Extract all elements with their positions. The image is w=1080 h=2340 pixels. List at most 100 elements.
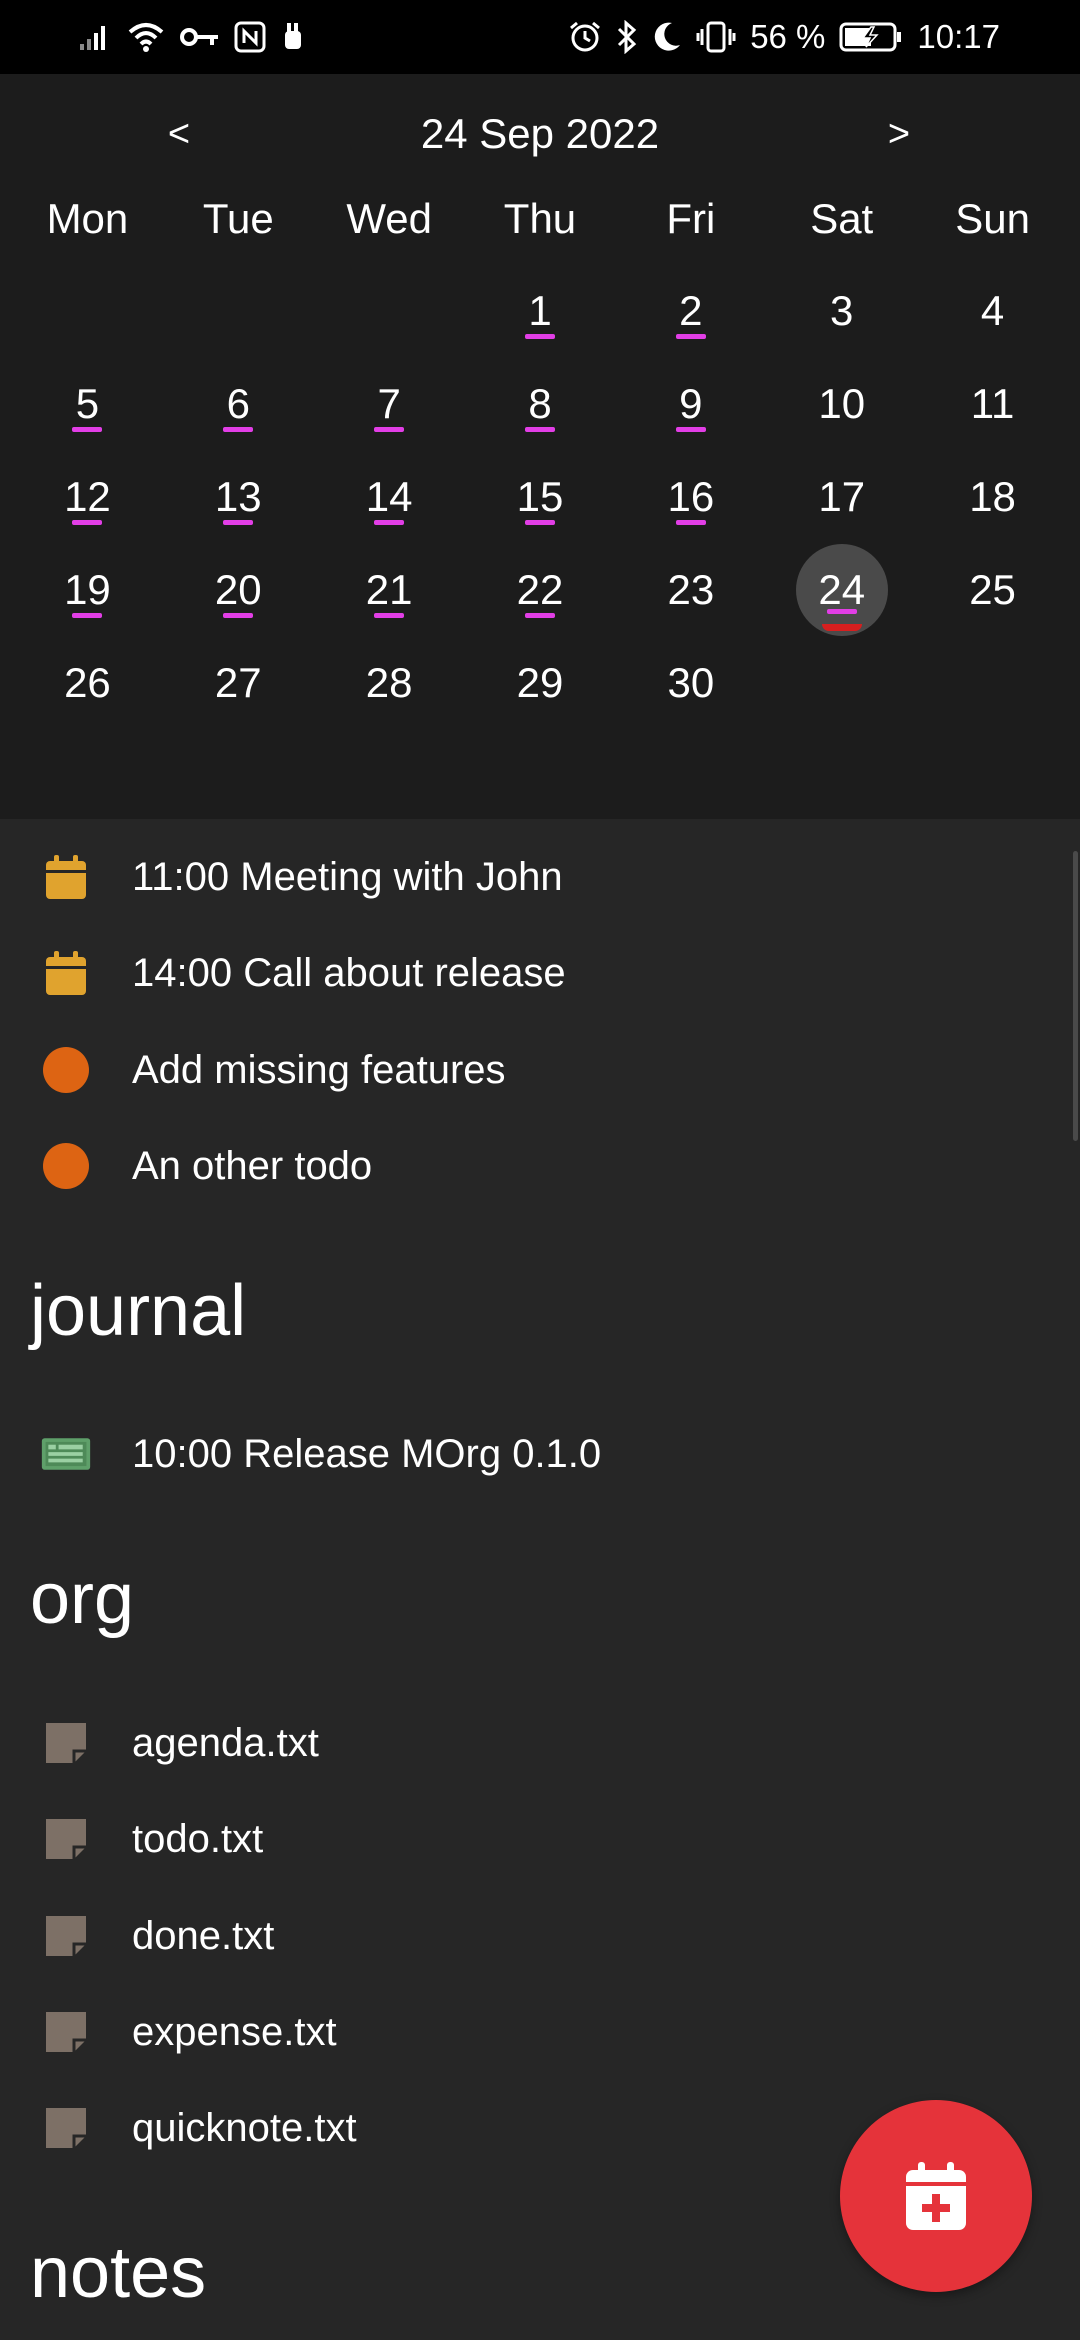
calendar-navigation: < 24 Sep 2022 > [0,99,1080,169]
day-number: 12 [64,472,111,520]
day-cell[interactable]: 2 [615,264,766,357]
day-cell[interactable]: 8 [465,357,616,450]
day-number: 19 [64,565,111,613]
todo-item[interactable]: Add missing features [0,1022,1000,1118]
day-cell[interactable]: 27 [163,636,314,729]
day-number: 27 [214,658,262,706]
calendar-icon [40,851,92,903]
next-month-button[interactable]: > [854,99,944,169]
status-bar: 56 % 10:17 [0,0,1080,74]
day-cell[interactable]: 3 [766,264,917,357]
day-number: 21 [365,565,413,613]
event-marker [524,334,555,339]
file-name: todo.txt [132,1816,264,1861]
agenda-item[interactable]: 11:00 Meeting with John [0,829,1000,925]
day-cell[interactable]: 30 [615,636,766,729]
day-number: 2 [679,286,703,334]
day-cell[interactable]: 15 [465,450,616,543]
app-notification-icon [285,23,301,49]
journal-section-title: journal [30,1271,247,1351]
event-marker [72,520,103,525]
day-cell[interactable]: 6 [163,357,314,450]
day-cell[interactable]: 22 [465,543,616,636]
day-number: 29 [516,658,564,706]
org-file-item[interactable]: todo.txt [0,1791,1000,1887]
day-number: 18 [969,472,1016,520]
day-cell[interactable]: 9 [615,357,766,450]
day-number: 5 [75,379,100,427]
day-cell[interactable]: 25 [917,543,1068,636]
event-marker [675,520,706,525]
event-marker [223,613,254,618]
agenda-item-label: 11:00 Meeting with John [132,854,563,899]
day-cell[interactable]: 18 [917,450,1068,543]
org-file-item[interactable]: agenda.txt [0,1695,1000,1791]
status-left-icons [78,20,306,54]
day-number: 25 [969,565,1016,613]
day-number: 16 [667,472,715,520]
weekday-label: Mon [46,195,129,242]
day-cell[interactable]: 5 [12,357,163,450]
day-number: 14 [365,472,413,520]
weekday-label: Fri [666,195,716,242]
day-number: 17 [818,472,866,520]
day-cell[interactable]: 26 [12,636,163,729]
file-name: quicknote.txt [132,2105,357,2150]
day-cell[interactable]: 24 [766,543,917,636]
day-number: 22 [516,565,564,613]
day-number: 26 [64,658,111,706]
org-file-item[interactable]: expense.txt [0,1984,1000,2080]
day-number: 10 [818,379,866,427]
day-cell[interactable]: 14 [314,450,465,543]
day-cell[interactable]: 23 [615,543,766,636]
day-cell[interactable]: 13 [163,450,314,543]
day-cell[interactable]: 4 [917,264,1068,357]
scrollbar[interactable] [1073,851,1078,1141]
day-cell[interactable]: 10 [766,357,917,450]
day-number: 28 [365,658,413,706]
day-number: 1 [528,286,552,334]
previous-month-button[interactable]: < [134,99,224,169]
notes-section-title: notes [30,2233,207,2313]
day-cell[interactable]: 1 [465,264,616,357]
day-cell[interactable]: 20 [163,543,314,636]
day-cell[interactable]: 29 [465,636,616,729]
day-cell[interactable]: 19 [12,543,163,636]
org-file-item[interactable]: done.txt [0,1888,1000,1984]
agenda-item[interactable]: 14:00 Call about release [0,925,1000,1021]
event-marker [675,427,706,432]
nfc-icon [234,21,266,53]
add-event-button[interactable] [840,2100,1032,2292]
org-section-title: org [30,1559,135,1639]
day-cell[interactable]: 11 [917,357,1068,450]
event-marker [374,613,405,618]
day-number: 13 [214,472,262,520]
file-name: expense.txt [132,2009,337,2054]
todo-dot-icon [40,1140,92,1192]
event-marker [223,520,254,525]
day-number: 30 [667,658,715,706]
day-number: 24 [818,565,866,613]
vpn-key-icon [180,28,218,46]
day-cell[interactable]: 12 [12,450,163,543]
day-cell[interactable]: 7 [314,357,465,450]
day-number: 4 [980,286,1005,334]
note-file-icon [40,2102,92,2154]
day-number: 3 [830,286,854,334]
todo-item[interactable]: An other todo [0,1118,1000,1214]
event-marker [374,427,405,432]
day-number: 11 [970,379,1015,427]
calendar-title[interactable]: 24 Sep 2022 [340,99,740,169]
day-cell[interactable]: 16 [615,450,766,543]
agenda-item-label: 14:00 Call about release [132,950,566,995]
event-marker [524,427,555,432]
add-event-icon [906,2162,966,2230]
wifi-icon [128,23,164,52]
event-marker [72,427,103,432]
event-marker [374,520,405,525]
day-cell[interactable]: 21 [314,543,465,636]
day-cell[interactable]: 28 [314,636,465,729]
day-cell[interactable]: 17 [766,450,917,543]
note-file-icon [40,1910,92,1962]
journal-entry[interactable]: 10:00 Release MOrg 0.1.0 [0,1406,1000,1502]
